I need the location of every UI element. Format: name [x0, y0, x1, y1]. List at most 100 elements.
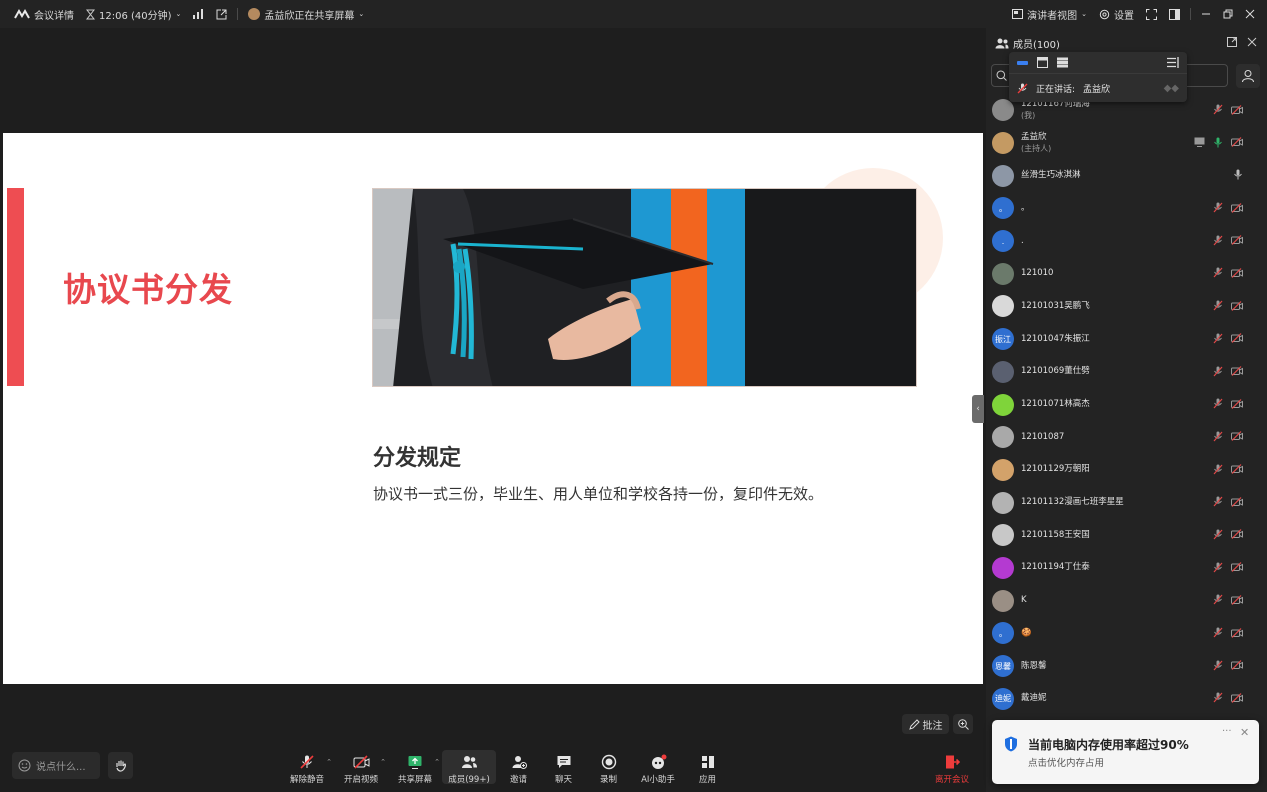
camera-off-icon[interactable] — [1231, 137, 1243, 148]
microphone-muted-icon[interactable] — [1213, 496, 1223, 507]
start-video-button[interactable]: 开启视频 ⌃ — [334, 750, 388, 785]
microphone-muted-icon[interactable] — [1213, 333, 1223, 344]
microphone-icon[interactable] — [1233, 169, 1243, 180]
member-row[interactable]: 12101031吴鹏飞 — [986, 290, 1267, 323]
member-row[interactable]: 12101069董仕劈 — [986, 356, 1267, 389]
presenter-view-button[interactable]: 演讲者视图 ⌄ — [1006, 0, 1093, 28]
member-row[interactable]: 振江 12101047朱振江 — [986, 323, 1267, 356]
meeting-timer[interactable]: 12:06 (40分钟) ⌄ — [80, 0, 187, 28]
drag-handle-icon[interactable]: ◆◆ — [1164, 83, 1179, 94]
member-row[interactable]: 丝滑生巧冰淇淋 — [986, 159, 1267, 192]
microphone-muted-icon[interactable] — [1213, 660, 1223, 671]
camera-off-icon[interactable] — [1231, 366, 1243, 376]
member-name: 12101031吴鹏飞 — [1021, 300, 1090, 311]
microphone-muted-icon[interactable] — [1213, 202, 1223, 213]
optimize-memory-link[interactable]: 点击优化内存占用 — [1028, 755, 1104, 769]
camera-off-icon[interactable] — [1231, 529, 1243, 540]
camera-off-icon[interactable] — [1231, 235, 1243, 246]
camera-off-icon[interactable] — [1231, 104, 1243, 115]
member-row[interactable]: .. — [986, 225, 1267, 258]
camera-off-icon[interactable] — [1231, 692, 1243, 703]
memory-warning-toast[interactable]: 当前电脑内存使用率超过90% 点击优化内存占用 ··· ✕ — [992, 720, 1259, 784]
microphone-muted-icon[interactable] — [1213, 529, 1223, 540]
minimize-button[interactable] — [1195, 0, 1217, 28]
settings-button[interactable]: 设置 — [1093, 0, 1140, 28]
member-row[interactable]: 12101158王安国 — [986, 519, 1267, 552]
microphone-muted-icon[interactable] — [1213, 366, 1223, 377]
close-window-button[interactable] — [1239, 0, 1261, 28]
popout-icon[interactable] — [1227, 37, 1237, 47]
camera-off-icon[interactable] — [1231, 464, 1243, 474]
member-row[interactable]: 12101087 — [986, 421, 1267, 454]
network-signal-button[interactable] — [187, 0, 210, 28]
camera-off-icon[interactable] — [1231, 594, 1243, 605]
chat-button[interactable]: 聊天 — [541, 750, 586, 785]
member-row[interactable]: K — [986, 584, 1267, 617]
member-row[interactable]: 。 🍪 — [986, 617, 1267, 650]
camera-off-icon[interactable] — [1231, 268, 1243, 278]
record-button[interactable]: 录制 — [586, 750, 631, 785]
microphone-muted-icon[interactable] — [1213, 627, 1223, 638]
member-row[interactable]: 迪妮 戴迪妮 — [986, 682, 1267, 715]
annotate-button[interactable]: 批注 — [902, 714, 949, 734]
camera-off-icon[interactable] — [1231, 496, 1243, 507]
close-icon[interactable]: ✕ — [1240, 726, 1249, 739]
chevron-up-icon[interactable]: ⌃ — [434, 758, 440, 766]
microphone-muted-icon[interactable] — [1213, 594, 1223, 605]
microphone-muted-icon[interactable] — [1213, 104, 1223, 115]
raise-hand-button[interactable] — [108, 752, 133, 779]
window-layout-icon[interactable] — [1037, 57, 1048, 68]
microphone-muted-icon[interactable] — [1213, 267, 1223, 278]
share-screen-button[interactable]: 共享屏幕 ⌃ — [388, 750, 442, 785]
adjust-list-icon[interactable] — [1167, 57, 1179, 68]
collapse-panel-handle[interactable]: ‹ — [972, 395, 984, 423]
chevron-up-icon[interactable]: ⌃ — [326, 758, 332, 766]
member-row[interactable]: 12101132漫画七班李星星 — [986, 486, 1267, 519]
camera-off-icon[interactable] — [1231, 431, 1243, 442]
share-link-button[interactable] — [210, 0, 233, 28]
microphone-muted-icon — [1017, 83, 1028, 94]
camera-off-icon[interactable] — [1231, 660, 1243, 671]
member-row[interactable]: 恩馨 陈恩馨 — [986, 650, 1267, 683]
microphone-muted-icon[interactable] — [1213, 692, 1223, 703]
restore-button[interactable] — [1217, 0, 1239, 28]
camera-off-icon[interactable] — [1231, 300, 1243, 311]
more-options-icon[interactable]: ··· — [1222, 726, 1232, 737]
fullscreen-button[interactable] — [1140, 0, 1163, 28]
microphone-muted-icon[interactable] — [1213, 300, 1223, 311]
member-row[interactable]: 。。 — [986, 192, 1267, 225]
leave-meeting-button[interactable]: 离开会议 — [930, 754, 974, 785]
camera-off-icon[interactable] — [1231, 333, 1243, 344]
quick-chat-input[interactable]: 说点什么... — [12, 752, 100, 779]
microphone-on-icon[interactable] — [1213, 137, 1223, 148]
member-row[interactable]: 12101194丁仕泰 — [986, 552, 1267, 585]
chevron-up-icon[interactable]: ⌃ — [380, 758, 386, 766]
meeting-details-button[interactable]: 会议详情 — [8, 0, 80, 28]
sidebar-toggle-button[interactable] — [1163, 0, 1186, 28]
member-row[interactable]: 12101129万朝阳 — [986, 454, 1267, 487]
microphone-muted-icon[interactable] — [1213, 562, 1223, 573]
close-icon[interactable] — [1247, 37, 1257, 47]
apps-button[interactable]: 应用 — [685, 750, 730, 785]
microphone-muted-icon[interactable] — [1213, 235, 1223, 246]
zoom-button[interactable] — [953, 714, 973, 734]
member-settings-button[interactable] — [1236, 64, 1260, 88]
camera-off-icon[interactable] — [1231, 202, 1243, 213]
minimize-layout-icon[interactable] — [1017, 60, 1028, 66]
camera-off-icon[interactable] — [1231, 627, 1243, 638]
microphone-muted-icon[interactable] — [1213, 398, 1223, 409]
list-layout-icon[interactable] — [1057, 57, 1068, 68]
camera-off-icon[interactable] — [1231, 562, 1243, 573]
ai-assistant-button[interactable]: AI小助手 — [631, 750, 685, 785]
sharing-status-button[interactable]: 孟益欣正在共享屏幕 ⌄ — [242, 0, 370, 28]
camera-off-icon[interactable] — [1231, 398, 1243, 409]
members-button[interactable]: 成员(99+) — [442, 750, 496, 785]
screen-share-icon[interactable] — [1194, 137, 1205, 148]
microphone-muted-icon[interactable] — [1213, 464, 1223, 475]
unmute-button[interactable]: 解除静音 ⌃ — [280, 750, 334, 785]
member-row[interactable]: 12101071林高杰 — [986, 388, 1267, 421]
microphone-muted-icon[interactable] — [1213, 431, 1223, 442]
member-row[interactable]: 121010 — [986, 257, 1267, 290]
member-row[interactable]: 孟益欣 (主持人) — [986, 127, 1267, 160]
invite-button[interactable]: 邀请 — [496, 750, 541, 785]
